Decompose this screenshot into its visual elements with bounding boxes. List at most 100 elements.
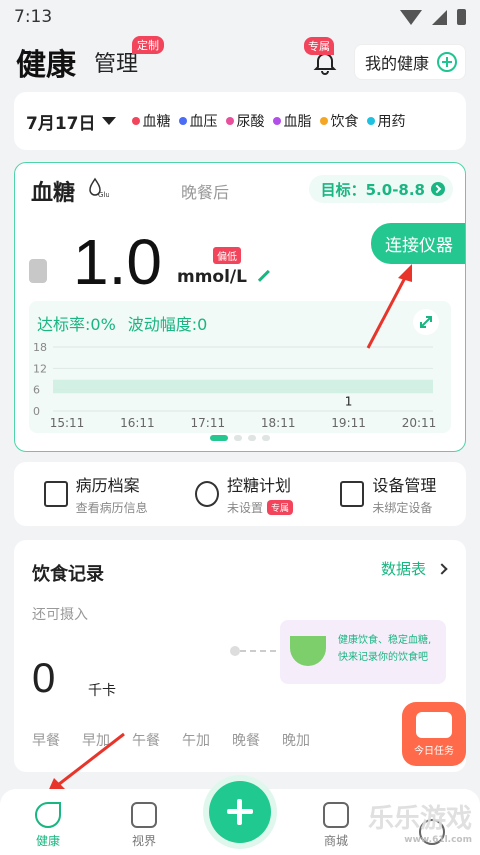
tool-subtitle: 未设置 — [226, 501, 263, 515]
signal-icon — [432, 9, 447, 25]
caret-down-icon — [101, 117, 116, 125]
legend-dot — [131, 117, 140, 125]
tool-title: 设备管理 — [372, 476, 437, 495]
legend-label: 用药 — [377, 114, 406, 130]
tool-item[interactable]: 设备管理 未绑定设备 — [340, 472, 436, 516]
legend-dot — [225, 117, 234, 125]
metric-legend: 血糖 血压 尿酸 血脂 饮食 用药 — [131, 111, 406, 131]
glucose-chart-svg: 18 12 6 0 15:11 16:11 17:11 18:11 19:11 20:11 1 — [33, 341, 437, 430]
salad-bowl-icon — [290, 636, 326, 666]
annotation-arrow-top — [366, 264, 412, 349]
tip-line-1: 健康饮食、稳定血糖, — [338, 635, 432, 646]
legend-item[interactable]: 血脂 — [272, 111, 312, 131]
nav-vision-label: 视界 — [131, 834, 156, 848]
add-plus-icon — [209, 781, 271, 843]
legend-label: 饮食 — [330, 114, 359, 130]
target-band — [53, 379, 433, 394]
my-health-button[interactable]: 我的健康 — [353, 44, 466, 80]
tab-manage-label: 管理 — [94, 52, 139, 77]
y-tick-label: 18 — [33, 341, 47, 354]
legend-dot — [272, 117, 281, 125]
remaining-label: 还可摄入 — [32, 607, 88, 623]
pager-dot — [210, 435, 228, 441]
legend-label: 血糖 — [142, 114, 171, 130]
date-label: 7月17日 — [26, 113, 96, 134]
nav-add[interactable] — [209, 781, 271, 849]
tool-item[interactable]: 病历档案 查看病历信息 — [43, 472, 148, 516]
x-tick-label: 16:11 — [120, 416, 155, 430]
watermark-sub: www.61l.com — [404, 835, 472, 845]
chevron-right-icon — [436, 562, 448, 575]
glucose-value: 1.0 — [73, 226, 162, 298]
x-tick-label: 18:11 — [261, 416, 296, 430]
custom-badge: 定制 — [132, 36, 165, 54]
glucose-unit: mmol/L — [177, 267, 247, 287]
video-camera-icon — [131, 802, 157, 828]
low-badge: 偏低 — [213, 247, 241, 264]
pager-dot — [262, 435, 270, 441]
bluetooth-icon — [29, 259, 47, 283]
calorie-value: 0 — [32, 654, 56, 701]
tools-row: 病历档案 查看病历信息 控糖计划 未设置 专属 设备管理 未绑定设备 — [14, 462, 466, 526]
meal-label[interactable]: 晚餐后 — [181, 179, 229, 203]
nav-health[interactable]: 健康 — [18, 802, 78, 849]
legend-item[interactable]: 血压 — [178, 111, 218, 131]
store-icon — [323, 802, 349, 828]
wifi-icon — [400, 9, 422, 25]
nav-shop[interactable]: 商城 — [306, 802, 366, 849]
diet-tip-card[interactable]: 健康饮食、稳定血糖, 快来记录你的饮食吧 — [280, 620, 446, 684]
watermark: 乐乐游戏 www.61l.com — [368, 798, 472, 845]
legend-dot — [178, 117, 187, 125]
notification-button[interactable]: 专属 — [303, 37, 338, 75]
target-range-button[interactable]: 目标：5.0-8.8 — [308, 175, 453, 203]
glucose-title: 血糖 — [31, 181, 76, 206]
meal-tab[interactable]: 午加 — [182, 730, 210, 750]
x-tick-label: 20:11 — [402, 416, 437, 430]
meal-tab[interactable]: 晚加 — [282, 730, 310, 750]
legend-item[interactable]: 用药 — [366, 111, 406, 131]
exclusive-badge: 专属 — [303, 37, 334, 55]
device-box-icon — [340, 481, 365, 507]
today-task-button[interactable]: 今日任务 — [402, 702, 466, 766]
legend-item[interactable]: 尿酸 — [225, 111, 265, 131]
x-tick-label: 15:11 — [50, 416, 85, 430]
tab-health[interactable]: 健康 — [16, 40, 76, 84]
pager-dot — [248, 435, 256, 441]
calorie-unit: 千卡 — [88, 683, 116, 699]
status-bar: 7:13 — [0, 0, 480, 34]
data-table-label: 数据表 — [380, 560, 426, 578]
meal-tab[interactable]: 午餐 — [132, 730, 160, 750]
status-icons — [400, 9, 466, 25]
fluctuation-range: 波动幅度:0 — [127, 315, 208, 334]
legend-item[interactable]: 血糖 — [131, 111, 171, 131]
tool-title: 控糖计划 — [226, 476, 291, 495]
watermark-text: 乐乐游戏 — [367, 804, 472, 834]
legend-dot — [319, 117, 328, 125]
y-tick-label: 12 — [33, 362, 47, 375]
tool-subtitle: 未绑定设备 — [372, 501, 433, 515]
tool-item[interactable]: 控糖计划 未设置 专属 — [194, 472, 294, 516]
legend-label: 血压 — [189, 114, 218, 130]
status-time: 7:13 — [14, 7, 53, 27]
y-tick-label: 0 — [33, 405, 40, 418]
nav-shop-label: 商城 — [323, 834, 348, 848]
today-task-label: 今日任务 — [414, 746, 454, 757]
date-filter-bar: 7月17日 血糖 血压 尿酸 血脂 饮食 用药 — [14, 92, 466, 150]
chevron-right-icon — [431, 182, 445, 196]
timeline-dash — [240, 650, 276, 652]
app-header: 健康 管理 定制 专属 我的健康 — [0, 34, 480, 90]
tip-line-2: 快来记录你的饮食吧 — [338, 652, 428, 663]
date-selector[interactable]: 7月17日 — [26, 109, 116, 134]
tool-title: 病历档案 — [75, 476, 140, 495]
legend-label: 血脂 — [283, 114, 312, 130]
legend-item[interactable]: 饮食 — [319, 111, 359, 131]
meal-tab[interactable]: 晚餐 — [232, 730, 260, 750]
my-health-label: 我的健康 — [364, 54, 429, 73]
edit-pencil-icon[interactable] — [250, 262, 270, 282]
connect-device-button[interactable]: 连接仪器 — [371, 223, 465, 264]
legend-label: 尿酸 — [236, 114, 265, 130]
checklist-icon — [416, 712, 452, 738]
tab-manage[interactable]: 管理 定制 — [94, 36, 165, 78]
data-table-link[interactable]: 数据表 — [380, 558, 448, 579]
nav-vision[interactable]: 视界 — [114, 802, 174, 849]
